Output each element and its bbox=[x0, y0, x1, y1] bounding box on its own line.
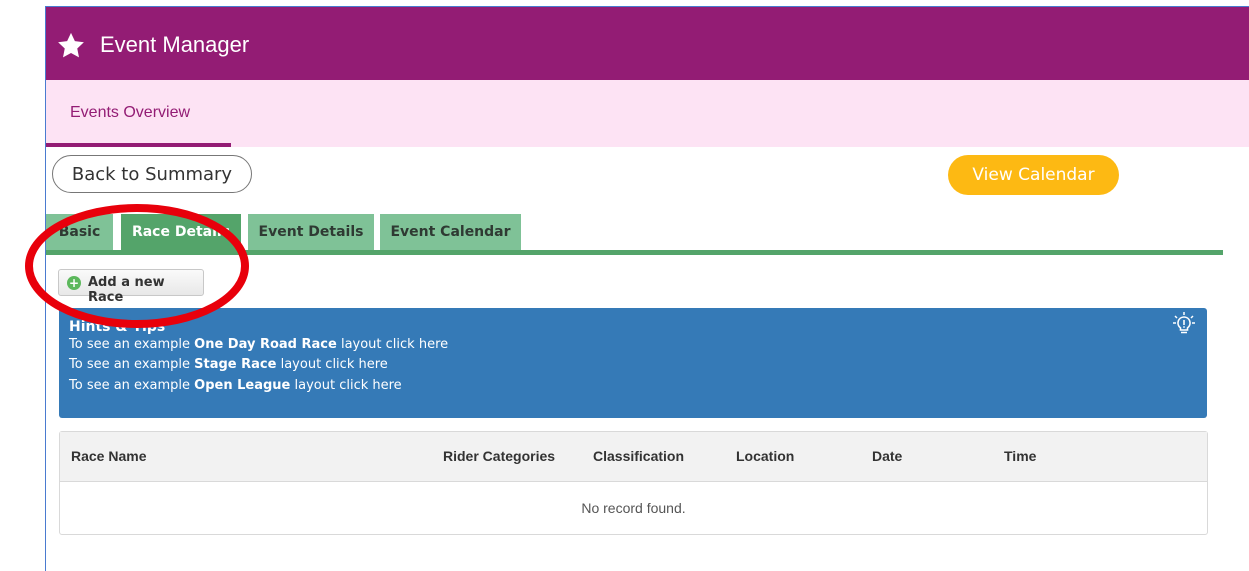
app-frame: Event Manager Events Overview Back to Su… bbox=[45, 6, 1249, 571]
lightbulb-icon[interactable] bbox=[1173, 312, 1195, 336]
tab-events-overview[interactable]: Events Overview bbox=[46, 80, 231, 147]
add-race-button[interactable]: + Add a new Race bbox=[58, 269, 204, 305]
tab-bar: Basic Race Details Event Details Event C… bbox=[46, 214, 1249, 255]
hint-text: To see an example bbox=[69, 337, 195, 352]
hint-race-type: Open League bbox=[194, 378, 291, 393]
tab-race-details[interactable]: Race Details bbox=[121, 214, 241, 250]
star-icon bbox=[58, 32, 84, 58]
hints-panel: Hints & Tips To see an example One Day R… bbox=[59, 308, 1207, 418]
sub-navigation: Events Overview bbox=[46, 80, 1249, 147]
app-header: Event Manager bbox=[46, 7, 1249, 80]
hint-line[interactable]: To see an example Open League layout cli… bbox=[69, 378, 402, 393]
empty-table-message: No record found. bbox=[581, 500, 686, 516]
plus-circle-icon: + bbox=[67, 276, 81, 290]
hint-link-text[interactable]: layout click here bbox=[337, 337, 448, 352]
hint-race-type: Stage Race bbox=[194, 357, 277, 372]
column-rider-categories[interactable]: Rider Categories bbox=[443, 448, 555, 464]
tab-underline bbox=[46, 250, 1223, 255]
tab-basic[interactable]: Basic bbox=[46, 214, 113, 250]
tab-event-calendar[interactable]: Event Calendar bbox=[380, 214, 521, 250]
hint-line[interactable]: To see an example Stage Race layout clic… bbox=[69, 357, 388, 372]
back-to-summary-button[interactable]: Back to Summary bbox=[52, 155, 252, 193]
column-race-name[interactable]: Race Name bbox=[71, 448, 147, 464]
column-date[interactable]: Date bbox=[872, 448, 902, 464]
column-time[interactable]: Time bbox=[1004, 448, 1036, 464]
page-title: Event Manager bbox=[100, 32, 250, 57]
tab-label: Events Overview bbox=[70, 104, 191, 121]
add-race-label: Add a new Race bbox=[88, 275, 165, 305]
table-header: Race Name Rider Categories Classificatio… bbox=[60, 432, 1207, 482]
view-calendar-button[interactable]: View Calendar bbox=[948, 155, 1119, 195]
hint-link-text[interactable]: layout click here bbox=[276, 357, 388, 372]
hint-line[interactable]: To see an example One Day Road Race layo… bbox=[69, 337, 448, 352]
tab-event-details[interactable]: Event Details bbox=[248, 214, 374, 250]
column-location[interactable]: Location bbox=[736, 448, 794, 464]
hint-text: To see an example bbox=[69, 357, 195, 372]
hints-title: Hints & Tips bbox=[69, 319, 166, 335]
hint-text: To see an example bbox=[69, 378, 195, 393]
hint-race-type: One Day Road Race bbox=[194, 337, 337, 352]
hint-link-text[interactable]: layout click here bbox=[290, 378, 402, 393]
races-table: Race Name Rider Categories Classificatio… bbox=[59, 431, 1208, 535]
column-classification[interactable]: Classification bbox=[593, 448, 684, 464]
